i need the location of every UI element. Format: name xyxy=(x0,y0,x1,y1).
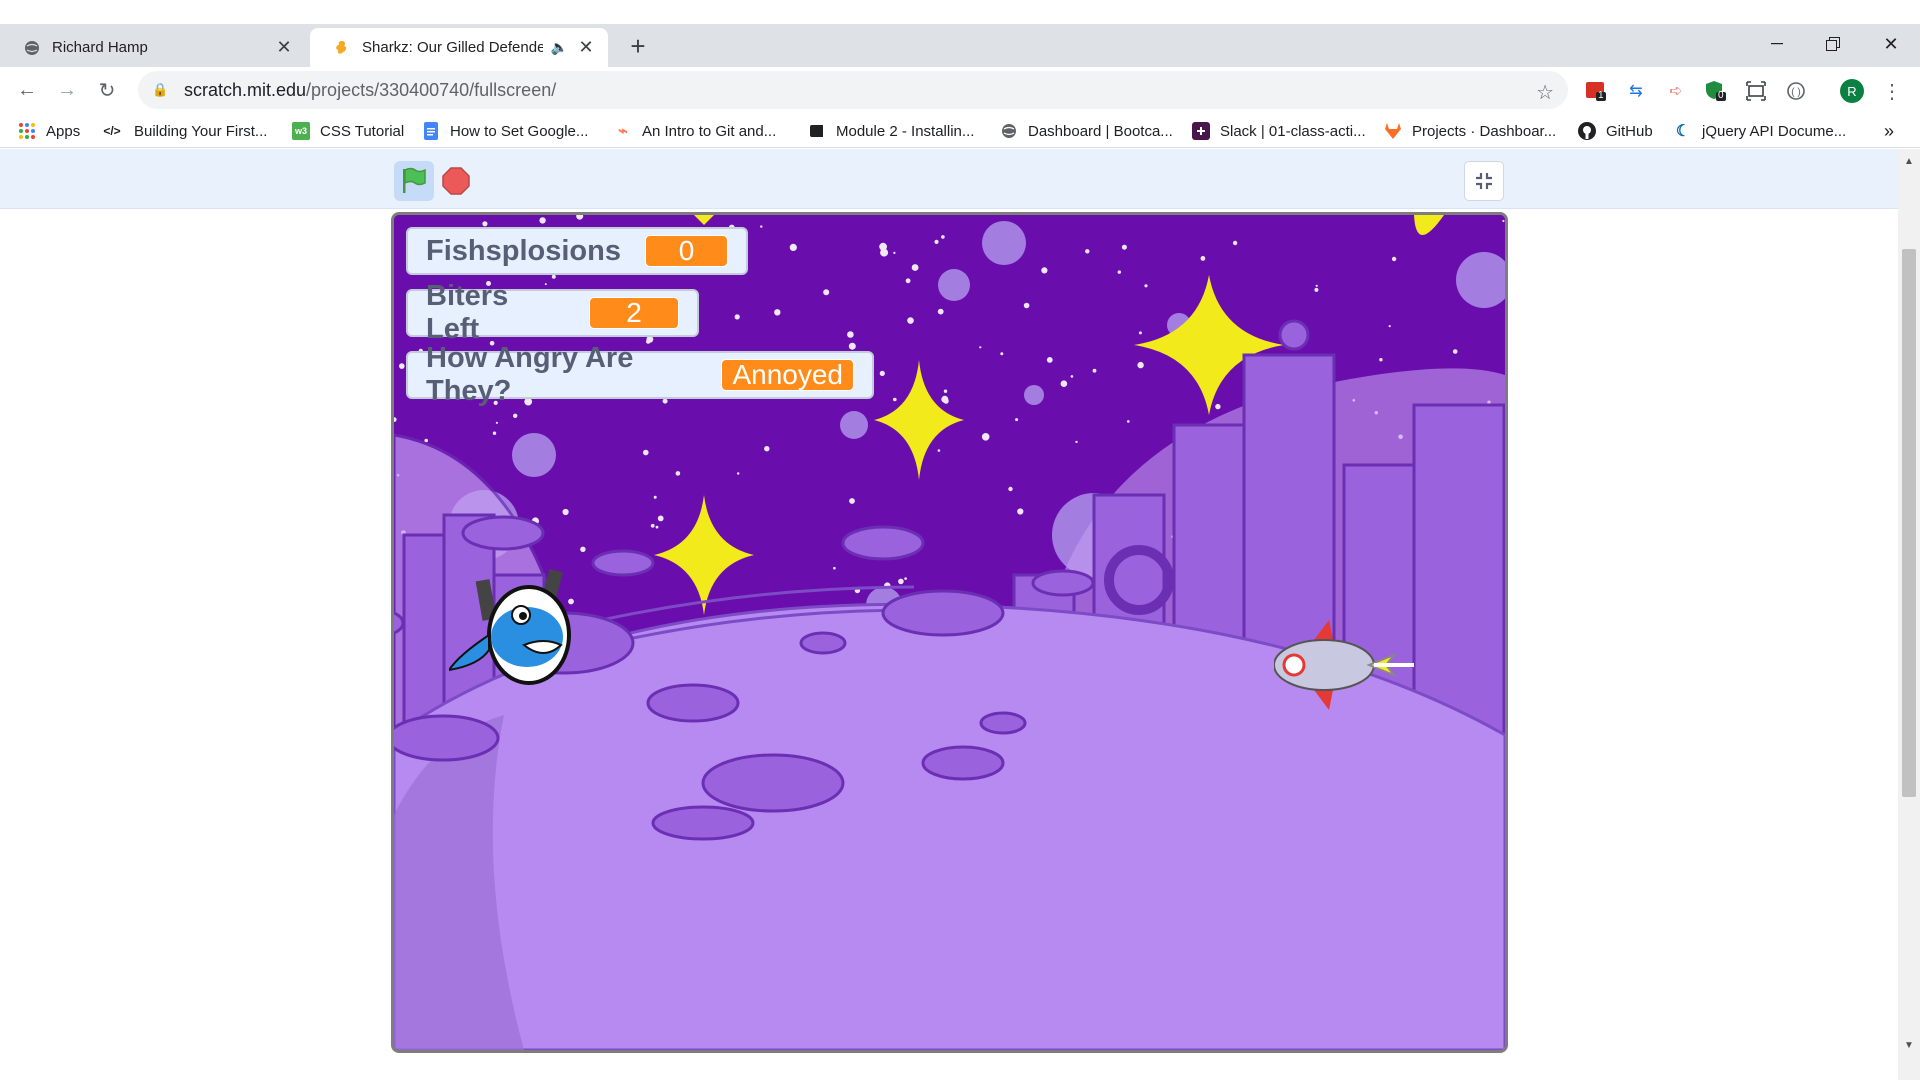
extension-badge: 0 xyxy=(1718,90,1724,101)
stop-sign-icon xyxy=(442,167,470,195)
bookmark-label: How to Set Google... xyxy=(450,122,589,140)
menu-icon[interactable]: ⋮ xyxy=(1880,79,1904,103)
anger-level-monitor: How Angry Are They? Annoyed xyxy=(406,342,874,407)
tab-sharkz[interactable]: Sharkz: Our Gilled Defenders on Scratch … xyxy=(310,28,608,67)
apps-grid-icon xyxy=(18,122,36,140)
shield-extension-icon[interactable]: 0 xyxy=(1704,79,1728,103)
github-icon xyxy=(1578,122,1596,140)
scratch-icon xyxy=(334,40,350,56)
bookmark-label: jQuery API Docume... xyxy=(1702,122,1847,140)
green-flag-button[interactable] xyxy=(394,161,434,201)
url-host: scratch.mit.edu xyxy=(184,79,307,100)
bookmark-jquery-api[interactable]: ☾ jQuery API Docume... xyxy=(1674,119,1846,143)
globe-icon xyxy=(1000,122,1018,140)
bookmark-label: An Intro to Git and... xyxy=(642,122,777,140)
tab-richard-hamp[interactable]: Richard Hamp ✕ xyxy=(0,28,306,67)
bookmark-label: Slack | 01-class-acti... xyxy=(1220,122,1366,140)
exit-fullscreen-button[interactable] xyxy=(1464,161,1504,201)
tab-title: Richard Hamp xyxy=(52,39,148,56)
monitor-label: Fishsplosions xyxy=(426,234,621,267)
back-icon[interactable]: ← xyxy=(12,75,42,105)
monitor-label: How Angry Are They? xyxy=(426,342,634,407)
scroll-up-icon[interactable]: ▲ xyxy=(1898,153,1920,169)
bookmark-building-your-first[interactable]: </> Building Your First... xyxy=(100,119,267,143)
jquery-icon: ☾ xyxy=(1675,123,1691,140)
bookmark-css-tutorial[interactable]: w3 CSS Tutorial xyxy=(292,119,404,143)
browser-toolbar: ← → ↻ 🔒 scratch.mit.edu /projects/330400… xyxy=(0,67,1920,113)
bookmarks-overflow-button[interactable]: » xyxy=(1884,119,1894,143)
reload-icon[interactable]: ↻ xyxy=(92,75,122,105)
bookmark-label: CSS Tutorial xyxy=(320,122,405,140)
tab-title: Sharkz: Our Gilled Defenders on Scratch xyxy=(362,39,543,56)
book-icon xyxy=(808,122,826,140)
bookmark-dashboard-bootcamp[interactable]: Dashboard | Bootca... xyxy=(1000,119,1173,143)
w3-icon: w3 xyxy=(292,122,310,140)
close-tab-icon[interactable]: ✕ xyxy=(274,37,294,58)
monitor-value: 0 xyxy=(644,235,728,267)
gitlab-icon xyxy=(1384,122,1402,140)
stop-button[interactable] xyxy=(440,165,472,197)
bookmark-google-setup[interactable]: How to Set Google... xyxy=(422,119,588,143)
bookmark-apps[interactable]: Apps xyxy=(18,119,80,143)
tab-bar: Richard Hamp ✕ Sharkz: Our Gilled Defend… xyxy=(0,24,1920,67)
exit-fullscreen-icon xyxy=(1476,173,1492,189)
bookmark-label: GitHub xyxy=(1606,122,1653,140)
shark-sprite[interactable] xyxy=(449,565,589,705)
screenshot-extension-icon[interactable] xyxy=(1744,79,1768,103)
forward-icon[interactable]: → xyxy=(52,75,82,105)
bookmark-label: Building Your First... xyxy=(134,122,268,140)
bookmark-module-2[interactable]: Module 2 - Installin... xyxy=(808,119,974,143)
close-window-icon[interactable]: ✕ xyxy=(1868,24,1914,64)
lock-icon: 🔒 xyxy=(152,82,169,97)
window-top-strip xyxy=(0,0,1920,24)
monitor-value: 2 xyxy=(589,297,679,329)
address-bar[interactable]: 🔒 scratch.mit.edu /projects/330400740/fu… xyxy=(138,71,1568,109)
scratch-stage[interactable]: Fishsplosions 0 Biters Left 2 How Angry … xyxy=(391,212,1508,1053)
scratch-stage-header xyxy=(0,149,1898,209)
green-flag-icon xyxy=(403,167,426,193)
pink-extension-icon[interactable]: ➪ xyxy=(1664,79,1688,103)
scrollbar-thumb[interactable] xyxy=(1902,249,1916,797)
extension-badge: 1 xyxy=(1598,90,1604,101)
code-icon: </> xyxy=(103,124,121,138)
arrows-extension-icon[interactable]: ⇆ xyxy=(1624,79,1648,103)
biters-left-monitor: Biters Left 2 xyxy=(406,280,699,345)
monitor-value: Annoyed xyxy=(721,359,854,391)
scroll-down-icon[interactable]: ▼ xyxy=(1898,1037,1920,1053)
monitor-label: Biters Left xyxy=(426,280,509,345)
fishsplosions-monitor: Fishsplosions 0 xyxy=(406,227,748,275)
profile-initial: R xyxy=(1840,79,1864,103)
calendar-extension-icon[interactable]: 1 xyxy=(1584,79,1608,103)
svg-text:( ): ( ) xyxy=(1791,87,1800,98)
rocket-sprite[interactable] xyxy=(1274,620,1414,710)
speaker-icon[interactable]: 🔈 xyxy=(551,39,568,56)
bookmarks-bar: Apps </> Building Your First... w3 CSS T… xyxy=(0,113,1920,148)
bookmark-gitlab-projects[interactable]: Projects · Dashboar... xyxy=(1384,119,1556,143)
url-path: /projects/330400740/fullscreen/ xyxy=(306,79,557,100)
bookmark-label: Projects · Dashboar... xyxy=(1412,122,1557,140)
new-tab-button[interactable]: + xyxy=(624,31,652,61)
profile-avatar[interactable]: R xyxy=(1840,79,1864,103)
globe-icon xyxy=(24,40,40,56)
bookmark-star-icon[interactable]: ☆ xyxy=(1536,80,1554,105)
code-extension-icon[interactable]: ( ) xyxy=(1784,79,1808,103)
page-scrollbar[interactable]: ▲ ▼ xyxy=(1898,149,1920,1080)
close-tab-icon[interactable]: ✕ xyxy=(576,37,596,58)
bookmark-slack[interactable]: Slack | 01-class-acti... xyxy=(1192,119,1366,143)
bookmark-label: Apps xyxy=(46,122,81,140)
minimize-icon[interactable] xyxy=(1754,24,1800,64)
restore-icon[interactable] xyxy=(1810,24,1856,64)
bookmark-github[interactable]: GitHub xyxy=(1578,119,1653,143)
bookmark-intro-to-git[interactable]: ⌁ An Intro to Git and... xyxy=(614,119,776,143)
bookmark-label: Module 2 - Installin... xyxy=(836,122,975,140)
hubspot-icon: ⌁ xyxy=(618,123,628,140)
bookmark-label: Dashboard | Bootca... xyxy=(1028,122,1173,140)
slack-icon xyxy=(1192,122,1210,140)
doc-icon xyxy=(422,122,440,140)
